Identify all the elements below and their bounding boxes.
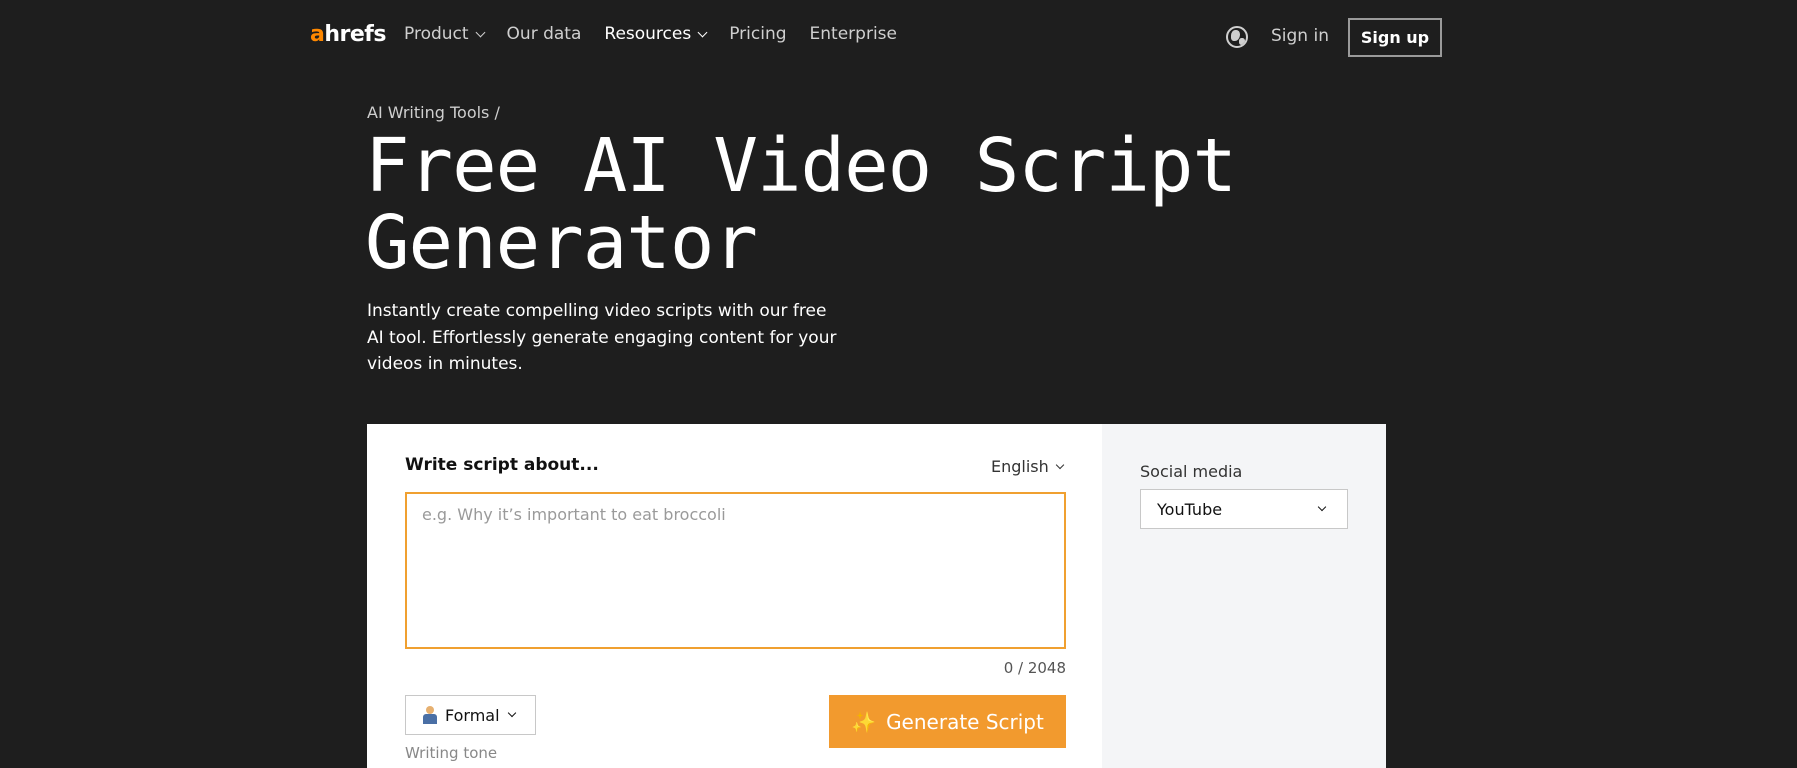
writing-tone-dropdown[interactable]: Formal (405, 695, 536, 735)
nav-item-resources[interactable]: Resources (604, 24, 708, 44)
nav-item-pricing[interactable]: Pricing (729, 24, 786, 44)
chevron-down-icon (1317, 502, 1327, 512)
social-media-label: Social media (1140, 462, 1243, 481)
generator-options-panel: Social media YouTube (1102, 424, 1386, 768)
script-topic-input[interactable] (405, 492, 1066, 649)
social-media-select[interactable]: YouTube (1140, 489, 1348, 529)
nav-item-our-data[interactable]: Our data (507, 24, 582, 44)
language-selector[interactable]: English (991, 457, 1065, 476)
write-script-label: Write script about... (405, 455, 599, 475)
generate-script-button[interactable]: ✨ Generate Script (829, 695, 1066, 748)
script-generator-card: Write script about... English 0 / 2048 F… (367, 424, 1386, 768)
generator-main-panel: Write script about... English 0 / 2048 F… (367, 424, 1102, 768)
globe-icon[interactable] (1226, 26, 1248, 48)
chevron-down-icon (507, 708, 516, 718)
nav-item-product[interactable]: Product (404, 24, 485, 44)
sign-up-button[interactable]: Sign up (1348, 18, 1442, 57)
writing-tone-caption: Writing tone (405, 744, 498, 762)
chevron-down-icon (1055, 460, 1065, 469)
sign-in-link[interactable]: Sign in (1271, 26, 1329, 46)
page-subtitle: Instantly create compelling video script… (367, 301, 837, 374)
nav-links: Product Our data Resources Pricing Enter… (404, 24, 920, 44)
breadcrumb[interactable]: AI Writing Tools / (367, 103, 500, 122)
businessperson-emoji-icon (422, 706, 438, 724)
nav-item-enterprise[interactable]: Enterprise (810, 24, 897, 44)
sparkle-icon: ✨ (851, 709, 877, 734)
top-navigation: ahrefs Product Our data Resources Pricin… (0, 0, 1797, 74)
chevron-down-icon (697, 27, 708, 37)
chevron-down-icon (475, 27, 485, 37)
page-title: Free AI Video Script Generator (365, 123, 1237, 286)
character-counter: 0 / 2048 (1003, 659, 1066, 677)
ahrefs-logo[interactable]: ahrefs (310, 22, 386, 47)
